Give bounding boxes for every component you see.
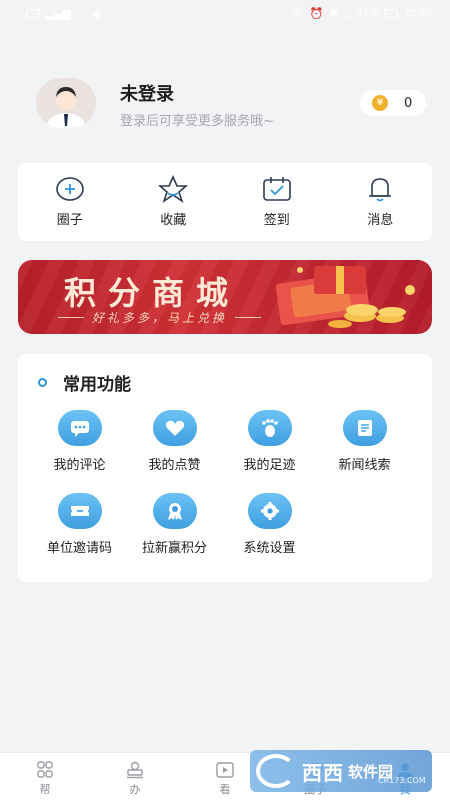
function-label: 拉新赢积分	[141, 541, 207, 556]
login-hint-text: 登录后可享受更多服务哦~	[120, 114, 274, 129]
watermark-text: 西西	[302, 760, 344, 785]
profile-header[interactable]: 未登录 登录后可享受更多服务哦~ ¥ 0	[34, 78, 426, 132]
function-label: 单位邀请码	[46, 541, 112, 556]
divider	[235, 317, 262, 318]
status-bar: ▂▄▆ ◠ ◉ Ⓝ ⏰ ✱ ▯ 41% 20:36	[0, 0, 450, 26]
quick-item-circle[interactable]: 圈子	[18, 163, 122, 241]
watermark-logo-icon	[256, 754, 296, 788]
avatar[interactable]	[36, 78, 96, 128]
points-badge[interactable]: ¥ 0	[360, 90, 426, 116]
function-my-comments[interactable]: 我的评论	[32, 410, 127, 473]
bluetooth-icon: ✱	[329, 7, 339, 20]
nav-tab-services[interactable]: 办	[90, 753, 180, 800]
function-label: 系统设置	[243, 541, 296, 556]
heart-icon	[152, 410, 197, 446]
watermark-url: CR173.COM	[378, 776, 426, 785]
comment-icon	[57, 410, 102, 446]
status-bar-right: Ⓝ ⏰ ✱ ▯ 41% 20:36	[292, 5, 432, 21]
ring-bullet-icon	[38, 378, 47, 387]
nav-label: 帮	[39, 783, 51, 796]
function-grid: 我的评论 我的点赞 我的足迹 新闻线索 单位邀请码 拉新赢积分 系统设置	[32, 410, 412, 556]
quick-item-favorites[interactable]: 收藏	[122, 163, 226, 241]
function-referral-points[interactable]: 拉新赢积分	[127, 493, 222, 556]
points-value: 0	[404, 95, 413, 111]
banner-title: 积分商城	[64, 274, 241, 312]
quick-item-messages[interactable]: 消息	[329, 163, 433, 241]
badge-icon	[152, 493, 197, 529]
wifi-icon: ◠	[76, 7, 87, 20]
quick-item-label: 签到	[263, 213, 290, 228]
section-title: 常用功能	[63, 375, 131, 395]
function-my-likes[interactable]: 我的点赞	[127, 410, 222, 473]
function-system-settings[interactable]: 系统设置	[222, 493, 317, 556]
banner-subtitle: 好礼多多，马上兑换	[92, 311, 228, 325]
status-time: 20:36	[404, 7, 432, 19]
banner-subtitle-row: 好礼多多，马上兑换	[58, 309, 262, 326]
quick-item-checkin[interactable]: 签到	[225, 163, 329, 241]
function-news-tips[interactable]: 新闻线索	[317, 410, 412, 473]
watermark: 西西 软件园 CR173.COM	[250, 750, 432, 792]
function-label: 我的点赞	[148, 458, 201, 473]
quick-item-label: 圈子	[56, 213, 83, 228]
quick-actions-bar: 圈子 收藏 签到 消息	[18, 163, 432, 241]
play-icon	[216, 762, 234, 778]
circle-plus-icon	[55, 177, 84, 201]
gift-coins-illustration	[275, 266, 415, 328]
common-functions-card: 常用功能 我的评论 我的点赞 我的足迹 新闻线索 单位邀请码 拉新赢积分 系统设…	[18, 354, 432, 582]
signal-icon: ▂▄▆	[46, 7, 71, 20]
grid-icon	[37, 761, 53, 778]
function-label: 新闻线索	[338, 458, 391, 473]
battery-icon	[384, 8, 399, 18]
eye-icon: ◉	[92, 7, 102, 20]
battery-percent: 41%	[356, 7, 379, 19]
settings-icon	[247, 493, 292, 529]
footprint-icon	[247, 410, 292, 446]
quick-item-label: 收藏	[160, 213, 187, 228]
nfc-icon: Ⓝ	[292, 8, 304, 20]
sim-icon	[26, 8, 40, 18]
news-icon	[342, 410, 387, 446]
bell-icon	[369, 178, 392, 202]
stamp-icon	[127, 761, 143, 779]
calendar-check-icon	[262, 177, 291, 201]
quick-item-label: 消息	[367, 213, 394, 228]
alarm-icon: ⏰	[309, 7, 324, 20]
nav-label: 看	[219, 783, 231, 796]
points-mall-banner[interactable]: 积分商城 好礼多多，马上兑换	[18, 260, 432, 334]
nav-tab-help[interactable]: 帮	[0, 753, 90, 800]
coin-icon: ¥	[372, 95, 388, 111]
ticket-icon	[57, 493, 102, 529]
vibrate-icon: ▯	[344, 7, 351, 20]
function-label: 我的评论	[53, 458, 106, 473]
function-invite-code[interactable]: 单位邀请码	[32, 493, 127, 556]
function-my-footprints[interactable]: 我的足迹	[222, 410, 317, 473]
default-avatar-icon	[46, 87, 86, 128]
nav-label: 办	[129, 783, 141, 796]
status-bar-left: ▂▄▆ ◠ ◉	[26, 7, 102, 20]
star-icon	[158, 175, 189, 203]
login-status-title[interactable]: 未登录	[120, 80, 174, 106]
section-header: 常用功能	[38, 370, 131, 395]
divider	[58, 317, 84, 318]
function-label: 我的足迹	[243, 458, 296, 473]
